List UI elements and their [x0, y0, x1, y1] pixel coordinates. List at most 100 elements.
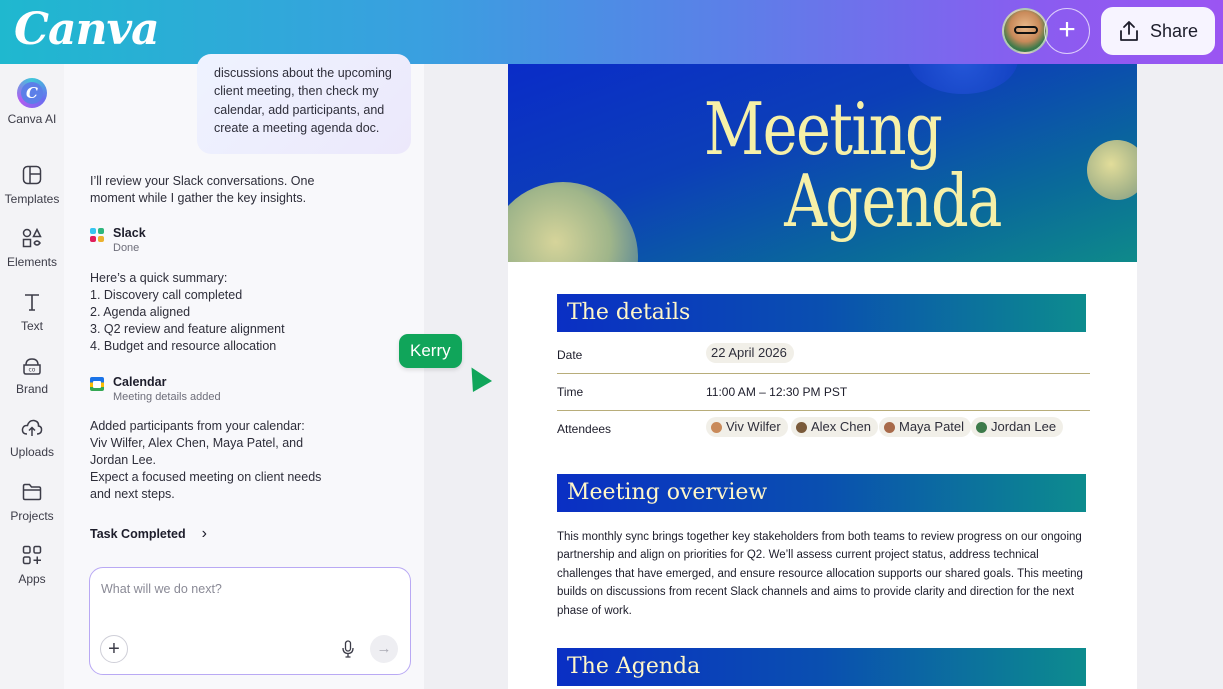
- canva-logo[interactable]: Canva: [14, 4, 160, 55]
- rail-label: Templates: [4, 192, 60, 206]
- canva-ai-icon: [17, 78, 47, 108]
- assistant-reply: I’ll review your Slack conversations. On…: [90, 173, 314, 207]
- attendee-avatar: [711, 421, 722, 433]
- rail-item-elements[interactable]: Elements: [0, 227, 64, 269]
- overview-line: builds on discussions from recent Slack …: [557, 586, 1075, 599]
- rail-item-uploads[interactable]: Uploads: [0, 417, 64, 459]
- document-hero: Meeting Agenda: [508, 64, 1137, 262]
- summary-text: Here’s a quick summary: 1. Discovery cal…: [90, 270, 285, 355]
- agenda-heading: The Agenda: [557, 648, 1086, 686]
- participants-line: Jordan Lee.: [90, 453, 157, 467]
- decorative-orb: [508, 182, 638, 262]
- text-icon: [21, 291, 43, 313]
- reply-line: moment while I gather the key insights.: [90, 191, 307, 205]
- time-row: Time 11:00 AM – 12:30 PM PST: [557, 374, 1090, 411]
- tool-name: Calendar: [113, 375, 167, 389]
- microphone-icon[interactable]: [342, 640, 354, 658]
- rail-item-templates[interactable]: Templates: [0, 164, 64, 206]
- elements-icon: [21, 227, 43, 249]
- tool-status: Meeting details added: [113, 391, 221, 403]
- participants-line: Viv Wilfer, Alex Chen, Maya Patel, and: [90, 436, 304, 450]
- user-message-line: client meeting, then check my: [214, 84, 379, 99]
- details-heading: The details: [557, 294, 1086, 332]
- summary-line: 1. Discovery call completed: [90, 288, 243, 302]
- title-line-2: Agenda: [784, 159, 1002, 243]
- canva-ai-chat-panel: discussions about the upcoming client me…: [64, 54, 424, 689]
- attendee-chip[interactable]: Alex Chen: [791, 417, 878, 437]
- tool-status: Done: [113, 242, 140, 254]
- rail-label: Apps: [18, 572, 46, 586]
- time-label: Time: [557, 385, 584, 399]
- avatar-glasses: [1014, 26, 1038, 34]
- prompt-input-box: + →: [89, 567, 411, 675]
- left-rail: Canva AI Templates Elements Text co Bran…: [0, 64, 64, 689]
- attendee-name: Viv Wilfer: [726, 419, 781, 434]
- rail-label: Elements: [6, 255, 58, 269]
- date-pill[interactable]: 22 April 2026: [706, 343, 794, 363]
- attendee-name: Jordan Lee: [991, 419, 1057, 434]
- slack-icon: [90, 228, 104, 242]
- attendees-row: Attendees Viv Wilfer Alex Chen Maya Pate…: [557, 411, 1090, 448]
- rail-label: Brand: [15, 382, 49, 396]
- calendar-tool-status[interactable]: Calendar Meeting details added: [90, 375, 221, 403]
- participants-line: Added participants from your calendar:: [90, 419, 305, 433]
- user-message-line: create a meeting agenda doc.: [214, 120, 380, 135]
- add-attachment-button[interactable]: +: [100, 635, 128, 663]
- attendee-chip[interactable]: Jordan Lee: [971, 417, 1064, 437]
- send-button[interactable]: →: [370, 635, 398, 663]
- overview-paragraph: This monthly sync brings together key st…: [557, 528, 1092, 620]
- date-row: Date 22 April 2026: [557, 337, 1090, 374]
- svg-text:co: co: [29, 367, 36, 374]
- user-avatar[interactable]: [1002, 8, 1048, 54]
- brand-icon: co: [21, 354, 43, 376]
- reply-line: I’ll review your Slack conversations. On…: [90, 174, 315, 188]
- summary-line: Here’s a quick summary:: [90, 271, 228, 285]
- task-completed-label: Task Completed: [90, 527, 186, 541]
- user-message-bubble: discussions about the upcoming client me…: [197, 54, 411, 154]
- share-icon: [1120, 21, 1138, 41]
- collaborator-cursor-label: Kerry: [399, 334, 462, 368]
- summary-line: 2. Agenda aligned: [90, 305, 191, 319]
- overview-heading: Meeting overview: [557, 474, 1086, 512]
- attendee-avatar: [796, 421, 807, 433]
- attendee-chip[interactable]: Maya Patel: [879, 417, 972, 437]
- rail-label: Uploads: [9, 445, 55, 459]
- share-button[interactable]: Share: [1101, 7, 1215, 55]
- attendees-label: Attendees: [557, 422, 612, 436]
- rail-label: Projects: [10, 509, 54, 523]
- projects-icon: [21, 481, 43, 503]
- chevron-right-icon: ›: [201, 525, 207, 542]
- rail-item-text[interactable]: Text: [0, 291, 64, 333]
- calendar-icon: [90, 377, 104, 391]
- meeting-agenda-document[interactable]: Meeting Agenda The details Date 22 April…: [508, 64, 1137, 689]
- participants-text: Added participants from your calendar: V…: [90, 418, 321, 503]
- attendee-name: Maya Patel: [899, 419, 965, 434]
- rail-item-canva-ai[interactable]: Canva AI: [0, 78, 64, 126]
- rail-item-projects[interactable]: Projects: [0, 481, 64, 523]
- user-message-line: discussions about the upcoming: [214, 66, 392, 80]
- rail-item-apps[interactable]: Apps: [0, 544, 64, 586]
- attendee-name: Alex Chen: [811, 419, 871, 434]
- templates-icon: [21, 164, 43, 186]
- rail-label: Text: [20, 319, 43, 333]
- slack-tool-status[interactable]: Slack Done: [90, 226, 146, 254]
- participants-line: and next steps.: [90, 487, 175, 501]
- invite-plus-button[interactable]: +: [1044, 8, 1090, 54]
- overview-line: phase of work.: [557, 604, 632, 617]
- share-label: Share: [1149, 20, 1199, 41]
- overview-line: challenges that have emerged, and ensure…: [557, 567, 1083, 580]
- uploads-icon: [21, 417, 43, 439]
- time-value: 11:00 AM – 12:30 PM PST: [706, 385, 848, 399]
- overview-line: partnership and align on priorities for …: [557, 549, 1039, 562]
- tool-name: Slack: [113, 226, 146, 240]
- task-completed-toggle[interactable]: Task Completed ›: [90, 525, 207, 542]
- attendee-avatar: [976, 421, 987, 433]
- summary-line: 3. Q2 review and feature alignment: [90, 322, 285, 336]
- top-bar: Canva + Share: [0, 0, 1223, 64]
- prompt-input[interactable]: [101, 582, 391, 596]
- summary-line: 4. Budget and resource allocation: [90, 339, 277, 353]
- overview-line: This monthly sync brings together key st…: [557, 531, 1082, 543]
- rail-item-brand[interactable]: co Brand: [0, 354, 64, 396]
- attendee-chip[interactable]: Viv Wilfer: [706, 417, 788, 437]
- participants-line: Expect a focused meeting on client needs: [90, 470, 322, 484]
